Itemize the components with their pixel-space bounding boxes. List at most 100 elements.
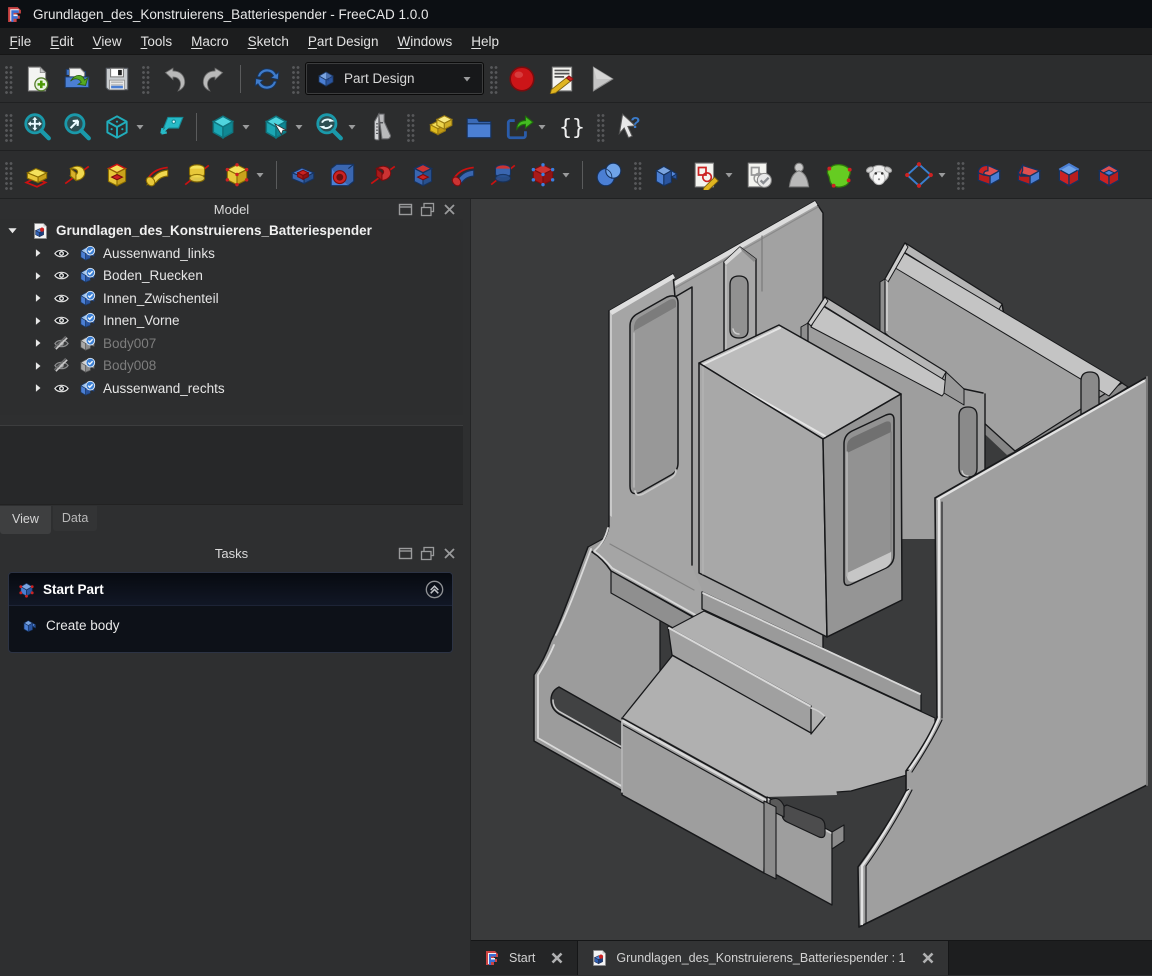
datum-button[interactable] xyxy=(899,155,939,195)
property-tab-data[interactable]: Data xyxy=(53,506,97,531)
tree-item-innen_vorne[interactable]: Innen_Vorne xyxy=(0,310,463,333)
eye-icon[interactable] xyxy=(53,380,70,397)
toolbar-grip[interactable] xyxy=(490,64,499,94)
menu-tools[interactable]: Tools xyxy=(131,30,182,53)
groove-button[interactable] xyxy=(363,155,403,195)
toolbar-grip[interactable] xyxy=(5,160,14,190)
tree-item-boden_ruecken[interactable]: Boden_Ruecken xyxy=(0,265,463,288)
menu-sketch[interactable]: Sketch xyxy=(238,30,298,53)
eye-icon[interactable] xyxy=(53,290,70,307)
property-tab-view[interactable]: View xyxy=(0,506,51,534)
menu-view[interactable]: View xyxy=(83,30,131,53)
draw-style-button[interactable] xyxy=(203,107,243,147)
tree-item-aussenwand_rechts[interactable]: Aussenwand_rechts xyxy=(0,377,463,400)
hole-button[interactable] xyxy=(323,155,363,195)
tree-expand-icon[interactable] xyxy=(33,293,43,303)
macro-edit-button[interactable] xyxy=(542,59,582,99)
tasks-close-icon[interactable] xyxy=(442,546,457,561)
model-dock-icon[interactable] xyxy=(398,202,413,217)
menu-edit[interactable]: Edit xyxy=(41,30,83,53)
new-document-button[interactable] xyxy=(17,59,57,99)
validate-sketch-button[interactable] xyxy=(739,155,779,195)
additive-box-button[interactable] xyxy=(217,155,257,195)
menu-windows[interactable]: Windows xyxy=(388,30,462,53)
tab-close-icon[interactable] xyxy=(921,951,935,965)
menu-part-design[interactable]: Part Design xyxy=(298,30,388,53)
pocket-button[interactable] xyxy=(283,155,323,195)
collapse-icon[interactable] xyxy=(425,580,444,599)
undo-button[interactable] xyxy=(154,59,194,99)
view-isometric-button[interactable] xyxy=(97,107,137,147)
refresh-button[interactable] xyxy=(247,59,287,99)
tree-expand-icon[interactable] xyxy=(33,383,43,393)
fit-selection-button[interactable] xyxy=(57,107,97,147)
tab-close-icon[interactable] xyxy=(550,951,564,965)
tree-expand-icon[interactable] xyxy=(33,316,43,326)
tree-expand-icon[interactable] xyxy=(33,271,43,281)
toolbar-grip[interactable] xyxy=(5,64,14,94)
view-cursor-button[interactable] xyxy=(256,107,296,147)
chamfer-button[interactable] xyxy=(1009,155,1049,195)
additive-helix-button[interactable] xyxy=(177,155,217,195)
toolbar-grip[interactable] xyxy=(407,112,416,142)
tree-item-innen_zwischenteil[interactable]: Innen_Zwischenteil xyxy=(0,287,463,310)
toolbar-grip[interactable] xyxy=(5,112,14,142)
toolbar-grip[interactable] xyxy=(957,160,966,190)
align-view-button[interactable] xyxy=(150,107,190,147)
thickness-button[interactable] xyxy=(1089,155,1129,195)
additive-loft-button[interactable] xyxy=(97,155,137,195)
tree-item-aussenwand_links[interactable]: Aussenwand_links xyxy=(0,242,463,265)
model-float-icon[interactable] xyxy=(420,202,435,217)
mdi-tab-document[interactable]: Grundlagen_des_Konstruierens_Batteriespe… xyxy=(578,941,948,975)
macro-record-button[interactable] xyxy=(502,59,542,99)
tree-expand-icon[interactable] xyxy=(33,248,43,258)
3d-viewport[interactable]: StartGrundlagen_des_Konstruierens_Batter… xyxy=(470,199,1152,975)
menu-macro[interactable]: Macro xyxy=(182,30,239,53)
draft-button[interactable] xyxy=(1049,155,1089,195)
mdi-tab-start[interactable]: Start xyxy=(471,941,578,975)
workbench-selector[interactable]: Part Design xyxy=(306,63,483,94)
eye-off-icon[interactable] xyxy=(53,357,70,374)
create-body-task[interactable]: Create body xyxy=(9,606,452,634)
fit-all-button[interactable] xyxy=(17,107,57,147)
macro-run-button[interactable] xyxy=(582,59,622,99)
toolbar-grip[interactable] xyxy=(142,64,151,94)
eye-icon[interactable] xyxy=(53,312,70,329)
eye-icon[interactable] xyxy=(53,267,70,284)
boolean-button[interactable] xyxy=(589,155,629,195)
toolbar-grip[interactable] xyxy=(634,160,643,190)
pad-button[interactable] xyxy=(17,155,57,195)
toolbar-grip[interactable] xyxy=(292,64,301,94)
additive-pipe-button[interactable] xyxy=(137,155,177,195)
subtractive-helix-button[interactable] xyxy=(483,155,523,195)
clone-button[interactable] xyxy=(859,155,899,195)
eye-icon[interactable] xyxy=(53,245,70,262)
create-sketch-button[interactable] xyxy=(686,155,726,195)
eye-off-icon[interactable] xyxy=(53,335,70,352)
menu-help[interactable]: Help xyxy=(462,30,509,53)
rotate-view-button[interactable] xyxy=(309,107,349,147)
subtractive-loft-button[interactable] xyxy=(403,155,443,195)
create-body-button[interactable] xyxy=(646,155,686,195)
tree-expand-icon[interactable] xyxy=(33,361,43,371)
start-part-header[interactable]: Start Part xyxy=(9,573,452,606)
create-part-button[interactable] xyxy=(419,107,459,147)
tree-root-document[interactable]: Grundlagen_des_Konstruierens_Batteriespe… xyxy=(0,219,463,242)
open-document-button[interactable] xyxy=(57,59,97,99)
toolbar-grip[interactable] xyxy=(597,112,606,142)
tree-expand-icon[interactable] xyxy=(33,338,43,348)
model-close-icon[interactable] xyxy=(442,202,457,217)
tasks-float-icon[interactable] xyxy=(420,546,435,561)
tree-item-body007[interactable]: Body007 xyxy=(0,332,463,355)
subtractive-pipe-button[interactable] xyxy=(443,155,483,195)
expression-button[interactable] xyxy=(552,107,592,147)
create-group-button[interactable] xyxy=(459,107,499,147)
revolution-button[interactable] xyxy=(57,155,97,195)
fillet-button[interactable] xyxy=(969,155,1009,195)
sub-shapebinder-button[interactable] xyxy=(819,155,859,195)
menu-file[interactable]: File xyxy=(0,30,41,53)
shapebinder-button[interactable] xyxy=(779,155,819,195)
subtractive-box-button[interactable] xyxy=(523,155,563,195)
save-document-button[interactable] xyxy=(97,59,137,99)
whats-this-button[interactable] xyxy=(609,107,649,147)
